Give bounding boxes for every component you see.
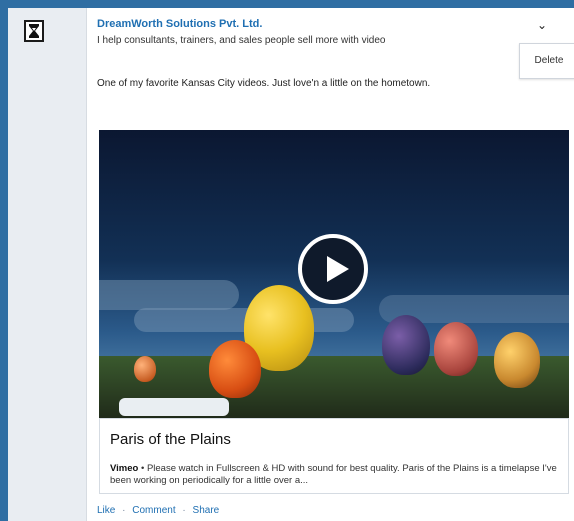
video-title[interactable]: Paris of the Plains (110, 431, 231, 448)
balloon (134, 356, 156, 382)
comment-link[interactable]: Comment (132, 505, 175, 516)
left-column (8, 8, 82, 521)
hourglass-logo-icon (24, 20, 44, 42)
company-name-link[interactable]: DreamWorth Solutions Pvt. Ltd. (97, 18, 262, 30)
actions-separator: · (182, 505, 186, 516)
play-button[interactable] (298, 234, 368, 304)
balloon (494, 332, 540, 388)
cloud (99, 280, 239, 310)
actions-separator: · (122, 505, 126, 516)
share-link[interactable]: Share (193, 505, 220, 516)
post-menu-chevron-icon[interactable]: ⌄ (537, 18, 547, 32)
post-actions: Like · Comment · Share (97, 505, 219, 516)
like-link[interactable]: Like (97, 505, 115, 516)
app-frame: DreamWorth Solutions Pvt. Ltd. I help co… (8, 8, 574, 521)
delete-button[interactable]: Delete (519, 43, 574, 79)
post-status-text: One of my favorite Kansas City videos. J… (97, 78, 431, 89)
video-caption-box[interactable]: Paris of the Plains Vimeo • Please watch… (99, 418, 569, 494)
balloon (382, 315, 430, 375)
post-card: DreamWorth Solutions Pvt. Ltd. I help co… (86, 8, 574, 521)
video-description: Vimeo • Please watch in Fullscreen & HD … (110, 463, 560, 487)
play-icon (327, 256, 349, 282)
video-thumbnail[interactable] (99, 130, 569, 418)
balloon (434, 322, 478, 376)
balloon (209, 340, 261, 398)
vehicle (119, 398, 229, 416)
video-description-text: • Please watch in Fullscreen & HD with s… (110, 463, 557, 486)
video-source: Vimeo (110, 463, 139, 474)
company-tagline: I help consultants, trainers, and sales … (97, 35, 386, 46)
